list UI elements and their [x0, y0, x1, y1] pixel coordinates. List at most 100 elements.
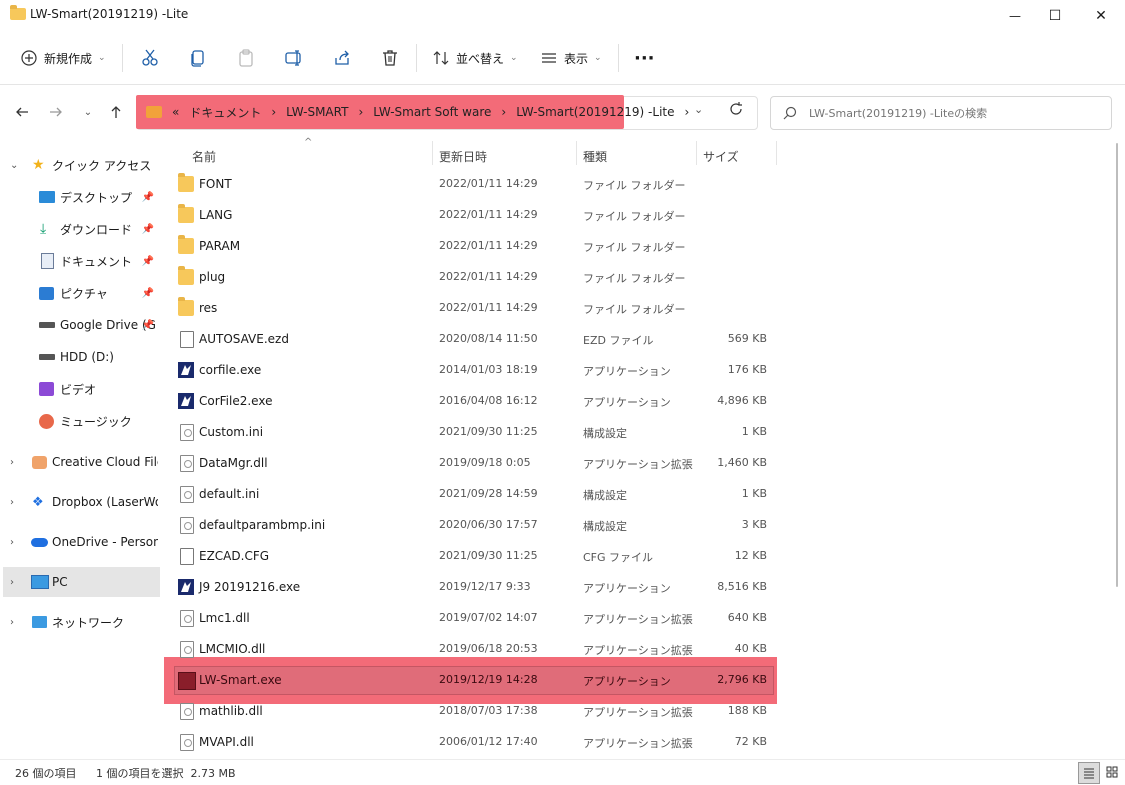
file-size: 12 KB: [734, 549, 767, 562]
file-type: ファイル フォルダー: [583, 303, 686, 316]
breadcrumb-separator[interactable]: ›: [501, 105, 506, 119]
file-row[interactable]: plug 2022/01/11 14:29 ファイル フォルダー: [175, 262, 775, 293]
close-button[interactable]: ✕: [1078, 0, 1124, 32]
nav-desktop[interactable]: デスクトップ 📌: [0, 182, 158, 212]
column-divider[interactable]: [696, 141, 697, 165]
file-row[interactable]: J9 20191216.exe 2019/12/17 9:33 アプリケーション 8,…: [175, 572, 775, 603]
file-row[interactable]: MVAPI.dll 2006/01/12 17:40 アプリケーション拡張 72 KB: [175, 727, 775, 758]
music-icon: [39, 413, 54, 429]
column-divider[interactable]: [432, 141, 433, 165]
tiles-view-button[interactable]: [1102, 762, 1122, 782]
file-row[interactable]: DataMgr.dll 2019/09/18 0:05 アプリケーション拡張 1,46…: [175, 448, 775, 479]
column-header-size[interactable]: サイズ: [703, 143, 739, 169]
file-row[interactable]: res 2022/01/11 14:29 ファイル フォルダー: [175, 293, 775, 324]
file-row[interactable]: Custom.ini 2021/09/30 11:25 構成設定 1 KB: [175, 417, 775, 448]
file-date: 2020/06/30 17:57: [439, 518, 538, 531]
file-row[interactable]: LANG 2022/01/11 14:29 ファイル フォルダー: [175, 200, 775, 231]
nav-onedrive[interactable]: › OneDrive - Personal: [0, 527, 158, 557]
nav-videos[interactable]: ビデオ: [0, 374, 158, 404]
file-row[interactable]: LW-Smart.exe 2019/12/19 14:28 アプリケーション 2,79…: [175, 665, 775, 696]
drive-icon: [39, 354, 55, 360]
file-row[interactable]: defaultparambmp.ini 2020/06/30 17:57 構成設定 3…: [175, 510, 775, 541]
breadcrumb-current-folder[interactable]: LW-Smart(20191219) -Lite: [516, 105, 674, 119]
breadcrumb-lw-smart[interactable]: LW-SMART: [286, 105, 348, 119]
more-options-button[interactable]: ···: [634, 42, 655, 74]
file-date: 2019/12/19 14:28: [439, 673, 538, 686]
share-button[interactable]: [332, 42, 352, 74]
nav-label: ミュージック: [60, 414, 132, 429]
search-box[interactable]: [770, 96, 1112, 130]
file-row[interactable]: corfile.exe 2014/01/03 18:19 アプリケーション 176 K…: [175, 355, 775, 386]
column-header-type[interactable]: 種類: [583, 143, 607, 169]
file-row[interactable]: CorFile2.exe 2016/04/08 16:12 アプリケーション 4,89…: [175, 386, 775, 417]
folder-icon: [178, 266, 194, 285]
search-input[interactable]: [807, 102, 1101, 124]
up-button[interactable]: [104, 100, 128, 124]
column-header-date[interactable]: 更新日時: [439, 143, 487, 169]
file-row[interactable]: Lmc1.dll 2019/07/02 14:07 アプリケーション拡張 640 KB: [175, 603, 775, 634]
address-history-button[interactable]: ⌄: [694, 103, 703, 116]
file-row[interactable]: EZCAD.CFG 2021/09/30 11:25 CFG ファイル 12 KB: [175, 541, 775, 572]
settings-file-icon: [180, 424, 194, 441]
nav-pc[interactable]: › PC: [3, 567, 160, 597]
file-row[interactable]: default.ini 2021/09/28 14:59 構成設定 1 KB: [175, 479, 775, 510]
refresh-icon: [730, 102, 742, 115]
file-size: 3 KB: [741, 518, 767, 531]
file-size: 2,796 KB: [717, 673, 767, 686]
nav-dropbox[interactable]: › ❖ Dropbox (LaserWork: [0, 487, 158, 517]
nav-network[interactable]: › ネットワーク: [0, 607, 158, 637]
nav-documents[interactable]: ドキュメント 📌: [0, 246, 158, 276]
column-divider[interactable]: [576, 141, 577, 165]
maximize-button[interactable]: ☐: [1032, 0, 1078, 32]
nav-creative-cloud[interactable]: › Creative Cloud Files: [0, 447, 158, 477]
file-row[interactable]: AUTOSAVE.ezd 2020/08/14 11:50 EZD ファイル 569 …: [175, 324, 775, 355]
breadcrumb-lw-smart-software[interactable]: LW-Smart Soft ware: [373, 105, 491, 119]
vertical-scrollbar[interactable]: [1110, 139, 1125, 759]
refresh-button[interactable]: [728, 101, 744, 120]
nav-label: ネットワーク: [52, 615, 125, 630]
nav-hdd[interactable]: HDD (D:): [0, 342, 158, 372]
file-name: PARAM: [199, 239, 241, 253]
file-name: defaultparambmp.ini: [199, 518, 326, 532]
trash-icon: [383, 50, 397, 66]
chevron-down-icon: ⌄: [98, 53, 106, 63]
nav-pictures[interactable]: ピクチャ 📌: [0, 278, 158, 308]
details-view-icon: [1084, 768, 1094, 779]
nav-downloads[interactable]: ⤓ ダウンロード 📌: [0, 214, 158, 244]
scrollbar-thumb[interactable]: [1116, 143, 1118, 587]
column-divider[interactable]: [776, 141, 777, 165]
view-button[interactable]: 表示 ⌄: [540, 42, 602, 74]
breadcrumb-separator[interactable]: ›: [271, 105, 276, 119]
title-bar: LW-Smart(20191219) -Lite — ☐ ✕: [0, 0, 1125, 32]
nav-music[interactable]: ミュージック: [0, 406, 158, 436]
sort-button[interactable]: 並べ替え ⌄: [432, 42, 518, 74]
file-type: EZD ファイル: [583, 334, 654, 347]
column-header-name[interactable]: 名前: [192, 143, 216, 169]
details-view-button[interactable]: [1078, 762, 1100, 784]
breadcrumb-documents[interactable]: ドキュメント: [189, 104, 261, 121]
forward-button[interactable]: [44, 100, 68, 124]
delete-button[interactable]: [380, 42, 400, 74]
breadcrumb-separator[interactable]: ›: [358, 105, 363, 119]
nav-google-drive[interactable]: Google Drive (G 📌: [0, 310, 158, 340]
paste-button[interactable]: [236, 42, 256, 74]
breadcrumb-overflow[interactable]: «: [172, 105, 179, 119]
view-label: 表示: [564, 51, 589, 66]
file-date: 2019/09/18 0:05: [439, 456, 531, 469]
file-row[interactable]: FONT 2022/01/11 14:29 ファイル フォルダー: [175, 169, 775, 200]
file-row[interactable]: mathlib.dll 2018/07/03 17:38 アプリケーション拡張 188…: [175, 696, 775, 727]
file-row[interactable]: PARAM 2022/01/11 14:29 ファイル フォルダー: [175, 231, 775, 262]
chevron-right-icon: ›: [10, 576, 14, 588]
nav-quick-access[interactable]: ⌄ ★ クイック アクセス: [0, 150, 158, 180]
arrow-left-icon: [16, 107, 28, 117]
file-row[interactable]: LMCMIO.dll 2019/06/18 20:53 アプリケーション拡張 40 K…: [175, 634, 775, 665]
breadcrumb: « ドキュメント › LW-SMART › LW-Smart Soft ware…: [146, 95, 689, 129]
rename-button[interactable]: [284, 42, 304, 74]
file-name: res: [199, 301, 218, 315]
recent-locations-button[interactable]: ⌄: [76, 100, 100, 124]
back-button[interactable]: [10, 100, 34, 124]
cut-button[interactable]: [140, 42, 160, 74]
copy-button[interactable]: [188, 42, 208, 74]
breadcrumb-separator[interactable]: ›: [685, 105, 690, 119]
new-button[interactable]: 新規作成 ⌄: [20, 42, 106, 74]
